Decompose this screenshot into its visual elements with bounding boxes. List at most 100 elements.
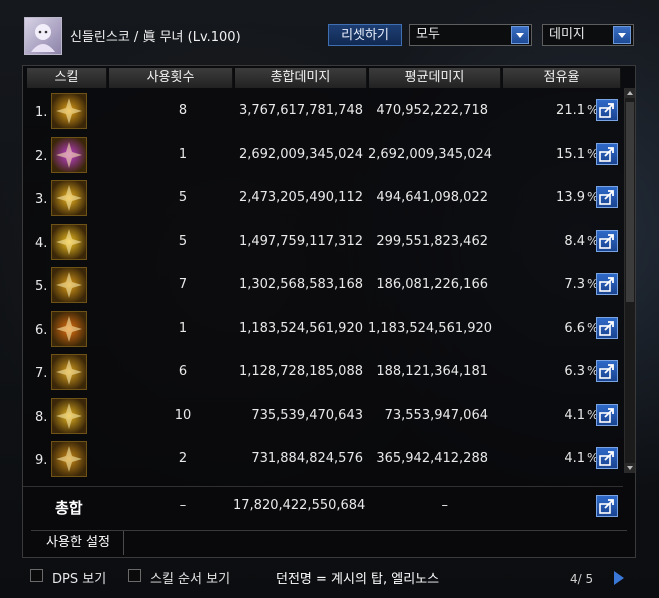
chevron-down-icon[interactable] — [613, 26, 631, 44]
bird-icon — [51, 441, 87, 477]
chevron-down-icon[interactable] — [511, 26, 529, 44]
row-count: 6 — [178, 364, 188, 379]
row-count: 5 — [178, 190, 188, 205]
row-share: 4.1 — [564, 451, 585, 466]
row-rank: 6. — [35, 322, 48, 338]
scrollbar-thumb[interactable] — [626, 102, 634, 302]
row-share: 6.3 — [564, 364, 585, 379]
row-count: 2 — [178, 451, 188, 466]
share-button[interactable] — [596, 229, 618, 252]
share-button[interactable] — [596, 447, 618, 469]
share-button[interactable] — [596, 99, 618, 121]
scroll-down-icon[interactable] — [625, 463, 635, 473]
dps-label: DPS 보기 — [52, 572, 107, 587]
scroll-up-icon[interactable] — [625, 88, 635, 98]
share-icon — [599, 146, 614, 162]
dps-checkbox[interactable] — [30, 569, 43, 582]
beast-icon — [51, 354, 87, 390]
fire-wave-icon — [51, 310, 87, 347]
skill-row: 2. 1 2,692,009,345,024 2,692,009,345,024 15.… — [23, 134, 623, 177]
share-icon — [599, 103, 614, 118]
share-button[interactable] — [596, 316, 618, 339]
row-total-damage: 1,128,728,185,088 — [238, 364, 363, 379]
row-count: 8 — [178, 103, 188, 118]
row-total-damage: 1,497,759,117,312 — [238, 233, 363, 249]
share-button[interactable] — [596, 360, 618, 382]
share-button[interactable] — [596, 403, 618, 426]
next-page-arrow-icon[interactable] — [614, 571, 624, 585]
share-icon — [599, 277, 614, 292]
total-row: 총합 – 17,820,422,550,684 – — [23, 486, 623, 527]
row-share: 6.6 — [564, 320, 585, 336]
radiant-orb-icon — [51, 223, 87, 260]
row-total-damage: 2,473,205,490,112 — [238, 190, 363, 205]
sun-burst-icon — [51, 93, 87, 129]
col-header-share: 점유율 — [503, 68, 621, 88]
col-header-count: 사용횟수 — [109, 68, 233, 88]
row-average-damage: 186,081,226,166 — [376, 277, 488, 292]
total-count: – — [179, 498, 187, 513]
row-count: 1 — [178, 146, 188, 162]
dragon-icon — [51, 267, 87, 303]
skill-row: 9. 2 731,884,824,576 365,942,412,288 4.1% — [23, 438, 623, 481]
metric-dropdown[interactable]: 데미지 — [542, 24, 634, 46]
row-total-damage: 1,183,524,561,920 — [238, 320, 363, 336]
share-button[interactable] — [596, 142, 618, 165]
row-average-damage: 299,551,823,462 — [376, 233, 488, 249]
row-rank: 4. — [35, 235, 48, 251]
col-header-total: 총합데미지 — [235, 68, 367, 88]
row-share: 21.1 — [556, 103, 585, 118]
share-icon — [599, 364, 614, 379]
row-share: 8.4 — [564, 233, 585, 249]
row-rank: 8. — [35, 409, 48, 425]
row-rank: 3. — [35, 192, 48, 207]
skill-row: 4. 5 1,497,759,117,312 299,551,823,462 8.4% — [23, 221, 623, 264]
row-rank: 7. — [35, 366, 48, 381]
scrollbar[interactable] — [624, 88, 635, 473]
share-icon — [599, 407, 614, 423]
row-total-damage: 2,692,009,345,024 — [238, 146, 363, 162]
skill-row: 3. 5 2,473,205,490,112 494,641,098,022 13.9% — [23, 177, 623, 220]
crossed-blades-icon — [51, 180, 87, 216]
row-share: 4.1 — [564, 407, 585, 423]
row-average-damage: 470,952,222,718 — [376, 103, 488, 118]
share-button[interactable] — [596, 495, 618, 517]
title-bar: 신들린스코 / 眞 무녀 (Lv.100) 리셋하기 모두 데미지 — [0, 0, 659, 66]
row-share: 13.9 — [556, 190, 585, 205]
character-name: 신들린스코 / 眞 무녀 (Lv.100) — [70, 30, 241, 45]
page-indicator: 4/ 5 — [570, 572, 594, 586]
filter-dropdown-value: 모두 — [416, 27, 440, 42]
row-average-damage: 188,121,364,181 — [376, 364, 488, 379]
share-icon — [599, 320, 614, 336]
share-icon — [599, 233, 614, 249]
share-button[interactable] — [596, 186, 618, 208]
character-avatar — [24, 17, 62, 55]
row-total-damage: 1,302,568,583,168 — [238, 277, 363, 292]
skill-row: 1. 8 3,767,617,781,748 470,952,222,718 21.1% — [23, 90, 623, 133]
total-damage: 17,820,422,550,684 — [233, 498, 366, 513]
filter-dropdown[interactable]: 모두 — [409, 24, 532, 46]
pink-star-icon — [51, 136, 87, 173]
skill-order-label: 스킬 순서 보기 — [150, 572, 231, 587]
row-share: 15.1 — [556, 146, 585, 162]
share-button[interactable] — [596, 273, 618, 295]
row-count: 5 — [178, 233, 188, 249]
tab-used-settings[interactable]: 사용한 설정 — [33, 531, 124, 555]
row-rank: 5. — [35, 279, 48, 294]
dungeon-name: 던전명 = 계시의 탑, 엘리노스 — [276, 572, 440, 587]
total-label: 총합 — [55, 499, 83, 517]
skill-row: 7. 6 1,128,728,185,088 188,121,364,181 6.3% — [23, 351, 623, 394]
skill-row: 5. 7 1,302,568,583,168 186,081,226,166 7.3% — [23, 264, 623, 307]
share-icon — [599, 499, 614, 514]
share-icon — [599, 451, 614, 466]
row-average-damage: 2,692,009,345,024 — [368, 146, 493, 162]
row-count: 10 — [174, 407, 192, 423]
row-average-damage: 494,641,098,022 — [376, 190, 488, 205]
skill-order-checkbox[interactable] — [128, 569, 141, 582]
reset-button[interactable]: 리셋하기 — [328, 24, 402, 46]
col-header-skill: 스킬 — [27, 68, 107, 88]
row-count: 1 — [178, 320, 188, 336]
row-share: 7.3 — [564, 277, 585, 292]
row-total-damage: 735,539,470,643 — [251, 407, 363, 423]
damage-panel: 스킬 사용횟수 총합데미지 평균데미지 점유율 1. 8 3,767,617,781… — [22, 65, 636, 558]
